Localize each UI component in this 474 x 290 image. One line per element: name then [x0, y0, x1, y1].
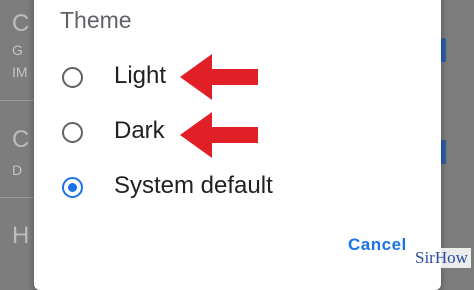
sirhow-watermark: SirHow [412, 248, 471, 268]
dialog-title: Theme [60, 7, 132, 33]
background-row-meta: IM [12, 64, 28, 80]
red-arrow-icon [180, 112, 258, 158]
option-label-dark: Dark [114, 117, 165, 144]
background-row-title: H [12, 222, 30, 249]
background-row-subtitle: G [12, 42, 23, 58]
theme-option-system-default[interactable]: System default [34, 166, 334, 210]
background-row-subtitle: D [12, 162, 23, 178]
red-arrow-icon [180, 54, 258, 100]
background-row-title: C [12, 10, 30, 37]
cancel-button[interactable]: Cancel [348, 235, 407, 255]
radio-button-dark[interactable] [62, 122, 83, 143]
background-row-title: C [12, 126, 30, 153]
option-label-system-default: System default [114, 172, 273, 199]
radio-button-light[interactable] [62, 67, 83, 88]
option-label-light: Light [114, 62, 167, 89]
radio-button-system-default[interactable] [62, 177, 83, 198]
